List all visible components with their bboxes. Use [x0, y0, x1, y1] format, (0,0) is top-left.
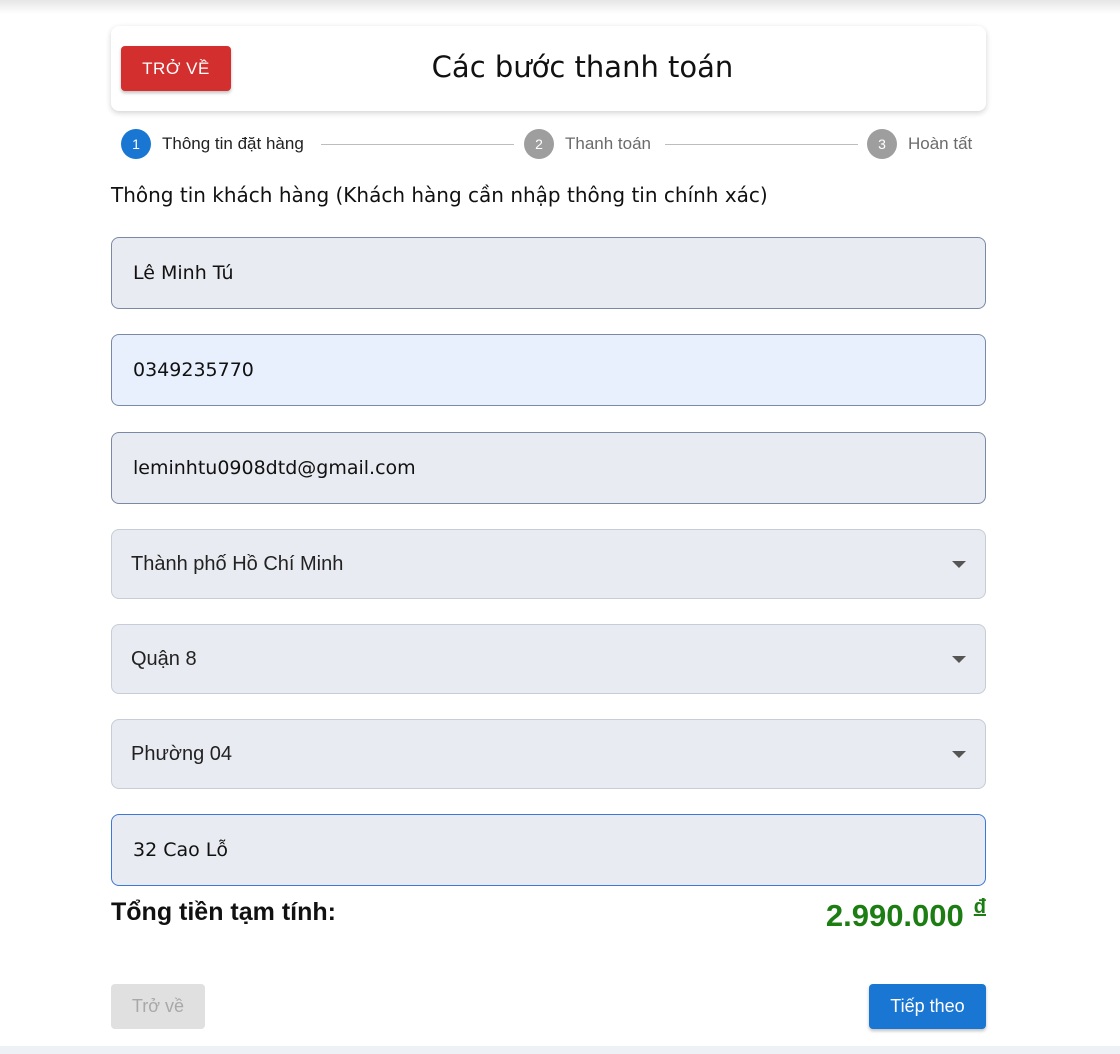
page-title: Các bước thanh toán: [431, 50, 734, 84]
step-number-badge: 2: [524, 129, 554, 159]
total-label: Tổng tiền tạm tính:: [111, 898, 336, 926]
phone-input[interactable]: 0349235770: [111, 334, 986, 406]
chevron-down-icon: [952, 656, 966, 663]
city-select[interactable]: Thành phố Hồ Chí Minh: [111, 529, 986, 599]
district-select[interactable]: Quận 8: [111, 624, 986, 694]
step-number-badge: 1: [121, 129, 151, 159]
district-select-value: Quận 8: [131, 647, 197, 670]
step-connector: [321, 144, 514, 145]
currency-symbol: đ: [973, 896, 986, 918]
checkout-stepper: 1 Thông tin đặt hàng 2 Thanh toán 3 Hoàn…: [111, 111, 986, 159]
name-input[interactable]: Lê Minh Tú: [111, 237, 986, 309]
ward-select-value: Phường 04: [131, 742, 233, 765]
step-connector: [665, 144, 858, 145]
checkout-container: TRỞ VỀ Các bước thanh toán 1 Thông tin đ…: [111, 26, 986, 1029]
ward-select[interactable]: Phường 04: [111, 719, 986, 789]
step-complete[interactable]: 3 Hoàn tất: [867, 129, 972, 159]
back-button[interactable]: Trở về: [111, 984, 205, 1029]
address-input[interactable]: 32 Cao Lỗ: [111, 814, 986, 886]
total-amount: 2.990.000: [825, 898, 964, 933]
step-payment[interactable]: 2 Thanh toán: [524, 129, 651, 159]
email-input[interactable]: leminhtu0908dtd@gmail.com: [111, 432, 986, 504]
top-shadow: [0, 0, 1120, 14]
chevron-down-icon: [952, 751, 966, 758]
step-number-badge: 3: [867, 129, 897, 159]
chevron-down-icon: [952, 561, 966, 568]
customer-info-heading: Thông tin khách hàng (Khách hàng cần nhậ…: [111, 183, 768, 207]
step-label: Thông tin đặt hàng: [162, 134, 304, 153]
step-label: Thanh toán: [565, 134, 652, 153]
step-order-info[interactable]: 1 Thông tin đặt hàng: [121, 129, 304, 159]
city-select-value: Thành phố Hồ Chí Minh: [131, 552, 344, 575]
step-label: Hoàn tất: [908, 134, 973, 153]
total-value: 2.990.000 đ: [825, 896, 986, 934]
header-card: TRỞ VỀ Các bước thanh toán: [111, 26, 986, 111]
next-button[interactable]: Tiếp theo: [869, 984, 986, 1029]
bottom-strip: [0, 1046, 1120, 1054]
